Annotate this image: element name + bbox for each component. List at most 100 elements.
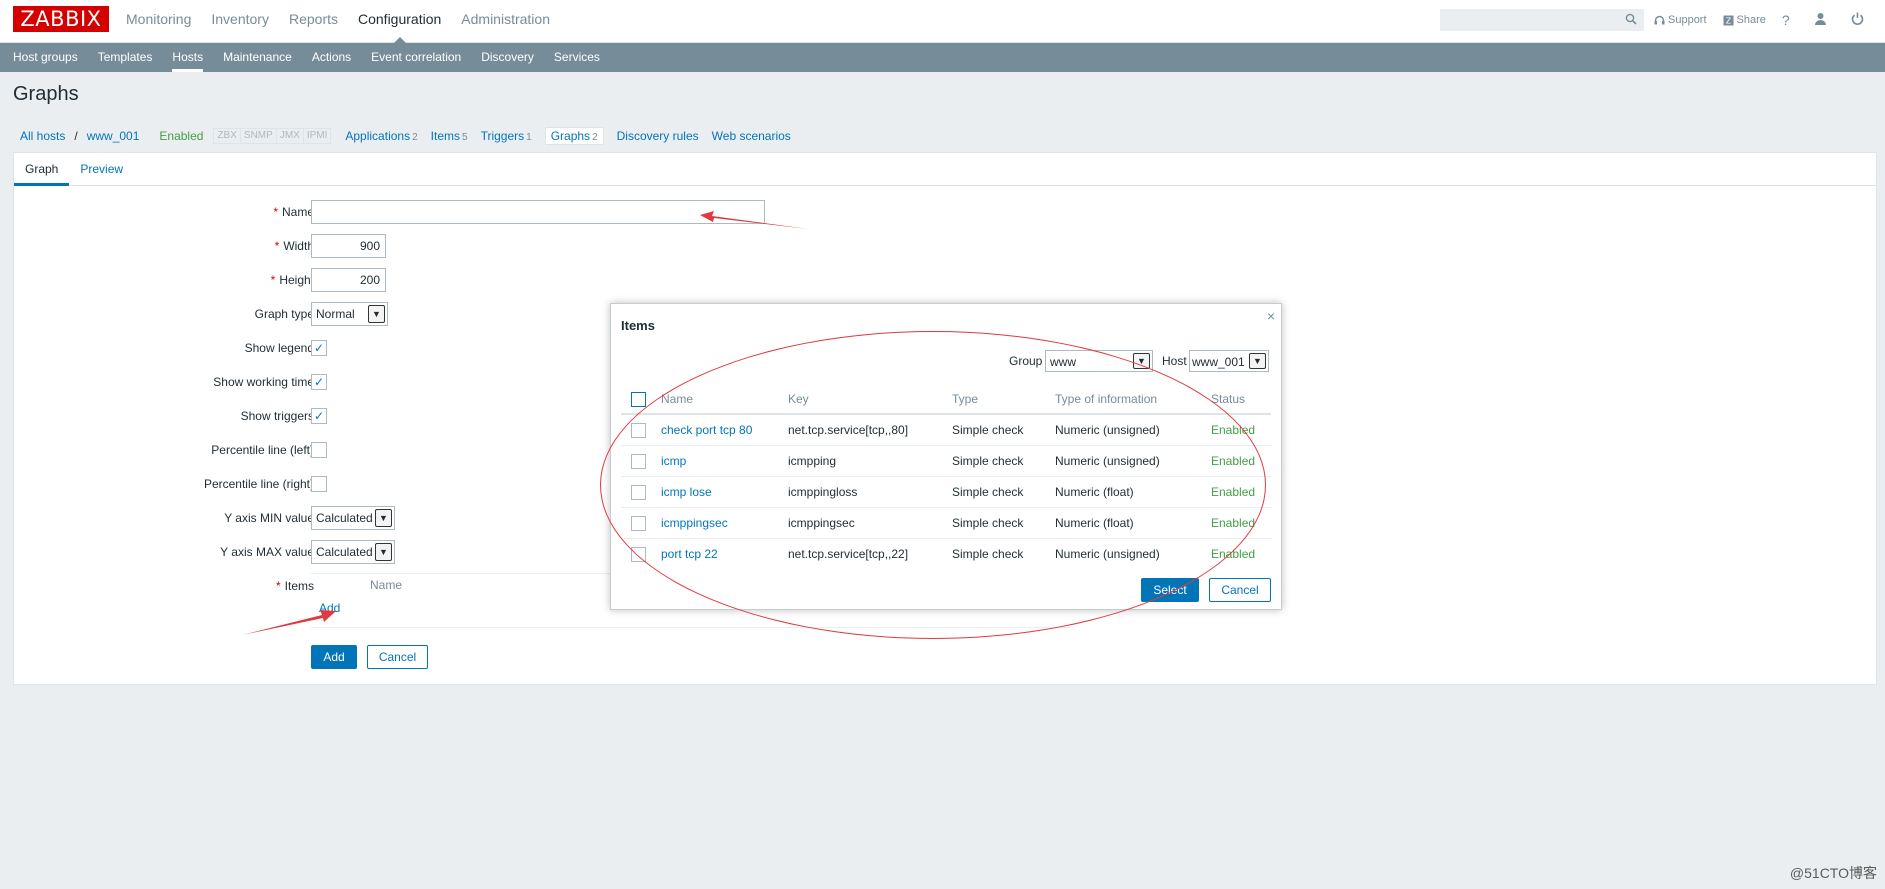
add-button[interactable]: Add <box>311 645 357 669</box>
name-row: * Name <box>14 200 314 224</box>
badge-zbx: ZBX <box>214 129 241 143</box>
graph-type-value: Normal <box>316 307 355 321</box>
nav-inventory[interactable]: Inventory <box>211 0 269 43</box>
nav-administration[interactable]: Administration <box>461 0 550 43</box>
tab-items[interactable]: Items 5 <box>431 129 468 143</box>
chevron-down-icon: ▼ <box>375 543 392 561</box>
height-input[interactable]: 200 <box>311 268 386 292</box>
tab-graphs-label: Graphs <box>550 129 591 143</box>
popup-cancel-button[interactable]: Cancel <box>1209 578 1271 602</box>
share-icon: Z <box>1723 15 1734 25</box>
percentile-right-label: Percentile line (right) <box>203 477 314 491</box>
width-label-text: Width <box>283 239 314 253</box>
form-tabs: Graph Preview <box>14 153 1876 186</box>
host-value: www_001 <box>1192 355 1245 369</box>
percentile-left-row: Percentile line (left) <box>14 438 314 462</box>
ymax-label: Y axis MAX value <box>220 545 314 559</box>
user-profile-icon[interactable] <box>1814 12 1827 28</box>
watermark: @51CTO博客 <box>1789 865 1877 881</box>
show-triggers-label: Show triggers <box>240 409 314 423</box>
share-label: Share <box>1736 14 1766 26</box>
show-legend-checkbox[interactable]: ✓ <box>311 340 327 356</box>
tab-triggers-count: 1 <box>526 132 532 143</box>
show-working-time-row: Show working time <box>14 370 314 394</box>
headset-icon <box>1654 15 1665 24</box>
tab-items-count: 5 <box>462 132 468 143</box>
ymin-select[interactable]: Calculated ▼ <box>311 506 395 530</box>
tab-triggers-label: Triggers <box>480 129 525 143</box>
percentile-right-checkbox[interactable] <box>311 476 327 492</box>
host-status[interactable]: Enabled <box>159 129 203 143</box>
show-triggers-row: Show triggers <box>14 404 314 428</box>
tab-applications-label: Applications <box>345 129 411 143</box>
badge-ipmi: IPMI <box>306 130 328 141</box>
subnav-actions[interactable]: Actions <box>312 43 351 72</box>
nav-reports[interactable]: Reports <box>289 0 338 43</box>
subnav-services[interactable]: Services <box>554 43 600 72</box>
percentile-right-row: Percentile line (right) <box>14 472 314 496</box>
ymax-value: Calculated <box>316 545 373 559</box>
tab-discovery-rules[interactable]: Discovery rules <box>617 129 699 143</box>
required-mark: * <box>275 579 281 593</box>
subnav-maintenance[interactable]: Maintenance <box>223 43 292 72</box>
badge-jmx: JMX <box>277 129 304 143</box>
percentile-left-checkbox[interactable] <box>311 442 327 458</box>
breadcrumb: All hosts / www_001 Enabled ZBX SNMP JMX… <box>20 127 804 145</box>
name-input[interactable] <box>311 200 765 224</box>
items-label: * Items <box>14 574 314 598</box>
graph-type-label: Graph type <box>254 307 314 321</box>
badge-snmp: SNMP <box>241 129 277 143</box>
height-label-text: Height <box>279 273 314 287</box>
close-icon[interactable]: × <box>1267 308 1275 324</box>
cancel-button[interactable]: Cancel <box>367 645 428 669</box>
availability-badges: ZBX SNMP JMX IPMI <box>213 128 332 144</box>
name-label: * Name <box>14 200 314 224</box>
top-bar: ZABBIX Monitoring Inventory Reports Conf… <box>0 0 1885 43</box>
show-triggers-checkbox[interactable]: ✓ <box>311 408 327 424</box>
host-select[interactable]: www_001 ▼ <box>1189 350 1269 372</box>
tab-triggers[interactable]: Triggers 1 <box>481 129 532 143</box>
help-icon[interactable]: ? <box>1782 12 1790 28</box>
chevron-down-icon: ▼ <box>375 509 392 527</box>
items-label-text: Items <box>284 579 314 593</box>
sign-out-icon[interactable] <box>1851 12 1864 28</box>
zabbix-logo[interactable]: ZABBIX <box>13 6 109 32</box>
show-legend-label: Show legend <box>244 341 314 355</box>
tab-graph[interactable]: Graph <box>14 153 70 186</box>
breadcrumb-host[interactable]: www_001 <box>87 129 140 143</box>
search-input[interactable] <box>1440 9 1644 31</box>
graph-type-select[interactable]: Normal ▼ <box>311 302 388 326</box>
ymax-row: Y axis MAX value <box>14 540 314 564</box>
ymin-row: Y axis MIN value <box>14 506 314 530</box>
subnav-discovery[interactable]: Discovery <box>481 43 534 72</box>
nav-configuration[interactable]: Configuration <box>358 0 441 43</box>
ymin-label: Y axis MIN value <box>224 511 314 525</box>
items-col-name: Name <box>370 578 403 592</box>
show-working-time-checkbox[interactable]: ✓ <box>311 374 327 390</box>
subnav-host-groups[interactable]: Host groups <box>13 43 78 72</box>
tab-preview[interactable]: Preview <box>69 153 134 185</box>
annotation-arrow-name <box>700 211 808 229</box>
required-mark: * <box>270 273 276 287</box>
width-row: * Width <box>14 234 314 258</box>
subnav-templates[interactable]: Templates <box>98 43 153 72</box>
select-all-checkbox[interactable] <box>631 392 646 407</box>
width-input[interactable]: 900 <box>311 234 386 258</box>
top-links: Support Z Share ? <box>1654 0 1885 40</box>
height-row: * Height <box>14 268 314 292</box>
share-link[interactable]: Z Share <box>1723 14 1766 26</box>
tab-web-scenarios[interactable]: Web scenarios <box>712 129 791 143</box>
subnav-event-correlation[interactable]: Event correlation <box>371 43 461 72</box>
ymax-select[interactable]: Calculated ▼ <box>311 540 395 564</box>
tab-graphs[interactable]: Graphs 2 <box>544 127 604 145</box>
support-link[interactable]: Support <box>1654 14 1707 26</box>
height-label: * Height <box>14 268 314 292</box>
width-label: * Width <box>14 234 314 258</box>
tab-applications[interactable]: Applications 2 <box>345 129 417 143</box>
breadcrumb-all-hosts[interactable]: All hosts <box>20 129 65 143</box>
nav-monitoring[interactable]: Monitoring <box>126 0 191 43</box>
sub-nav: Host groups Templates Hosts Maintenance … <box>0 43 1885 72</box>
chevron-down-icon: ▼ <box>1249 353 1266 369</box>
subnav-hosts[interactable]: Hosts <box>172 43 203 72</box>
search-icon[interactable] <box>1625 13 1637 25</box>
